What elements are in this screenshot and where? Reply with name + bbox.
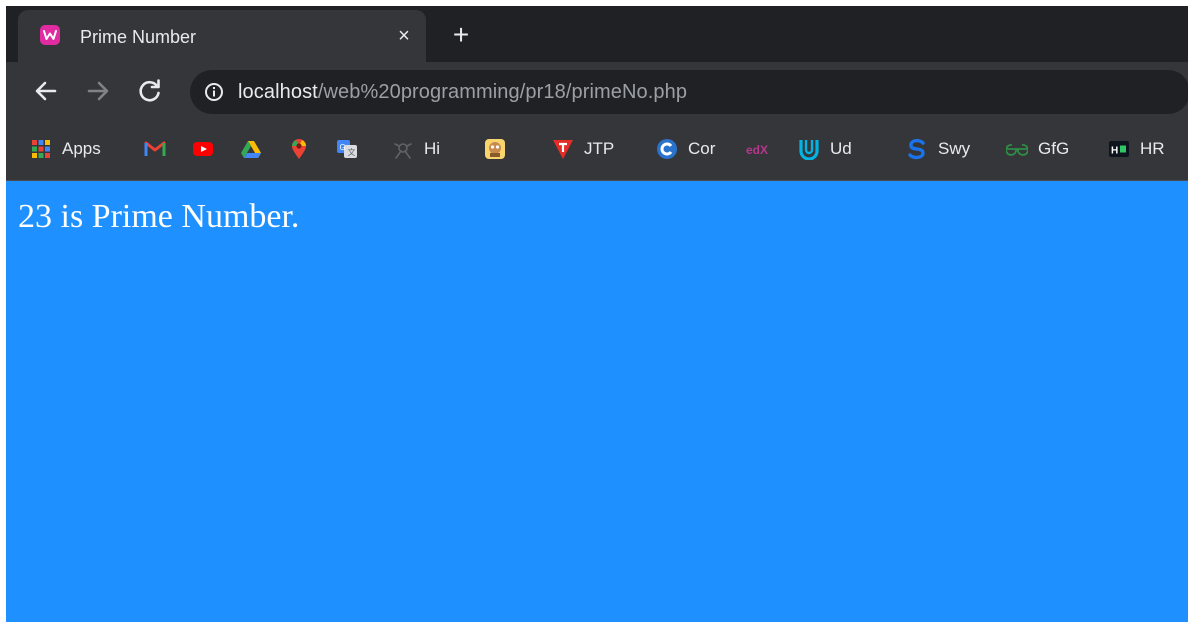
swayam-icon bbox=[908, 138, 925, 160]
address-bar[interactable]: localhost/web%20programming/pr18/primeNo… bbox=[190, 70, 1188, 114]
result-message: 23 is Prime Number. bbox=[18, 198, 300, 235]
browser-window: Prime Number × + localhost/web%20program… bbox=[6, 6, 1188, 622]
apps-grid-icon bbox=[32, 140, 50, 158]
hi-bookmark-icon bbox=[394, 143, 412, 159]
reload-icon[interactable] bbox=[134, 75, 166, 107]
udacity-icon bbox=[799, 140, 819, 160]
bookmarks-bar: Apps G 文 Hi JTP Cor edX Ud Swy GfG H HR bbox=[6, 120, 1188, 181]
bookmark-label: Cor bbox=[688, 139, 716, 158]
edx-icon: edX bbox=[746, 143, 768, 157]
google-translate-icon: G 文 bbox=[337, 140, 357, 158]
bookmark-label: JTP bbox=[584, 139, 615, 158]
bookmark-label: Ud bbox=[830, 139, 852, 158]
bookmark-label: Hi bbox=[424, 139, 441, 158]
url-path: /web%20programming/pr18/primeNo.php bbox=[317, 81, 688, 103]
svg-text:文: 文 bbox=[348, 147, 356, 157]
toolbar: localhost/web%20programming/pr18/primeNo… bbox=[6, 62, 1188, 120]
wampserver-favicon-icon bbox=[40, 25, 60, 45]
coursera-icon bbox=[657, 139, 677, 159]
bookmark-label: GfG bbox=[1038, 139, 1070, 158]
tab-strip: Prime Number × + bbox=[6, 6, 1188, 62]
tab-title: Prime Number bbox=[80, 27, 197, 47]
tab-close-button[interactable]: × bbox=[390, 22, 418, 50]
new-tab-button[interactable]: + bbox=[446, 20, 476, 50]
url-host: localhost bbox=[238, 81, 318, 103]
google-drive-icon bbox=[241, 141, 261, 158]
page-content: 23 is Prime Number. bbox=[6, 181, 1188, 622]
google-maps-icon bbox=[292, 139, 306, 159]
avatar-bookmark-icon bbox=[485, 139, 505, 159]
gfg-icon bbox=[1006, 144, 1028, 156]
hackerrank-icon: H bbox=[1109, 141, 1129, 157]
bookmark-label: HR bbox=[1140, 139, 1165, 158]
bookmark-label: Swy bbox=[938, 139, 971, 158]
gmail-icon bbox=[144, 141, 166, 156]
back-arrow-icon[interactable] bbox=[30, 75, 62, 107]
svg-text:G: G bbox=[340, 143, 346, 152]
forward-arrow-icon[interactable] bbox=[82, 75, 114, 107]
svg-text:H: H bbox=[1111, 146, 1118, 157]
svg-text:edX: edX bbox=[746, 143, 768, 157]
url-text[interactable]: localhost/web%20programming/pr18/primeNo… bbox=[238, 81, 687, 103]
site-info-icon[interactable] bbox=[204, 82, 224, 102]
tab-prime-number[interactable]: Prime Number × bbox=[18, 10, 426, 62]
bookmark-label: Apps bbox=[62, 139, 101, 158]
jtp-icon bbox=[553, 140, 573, 159]
youtube-icon bbox=[193, 142, 213, 156]
